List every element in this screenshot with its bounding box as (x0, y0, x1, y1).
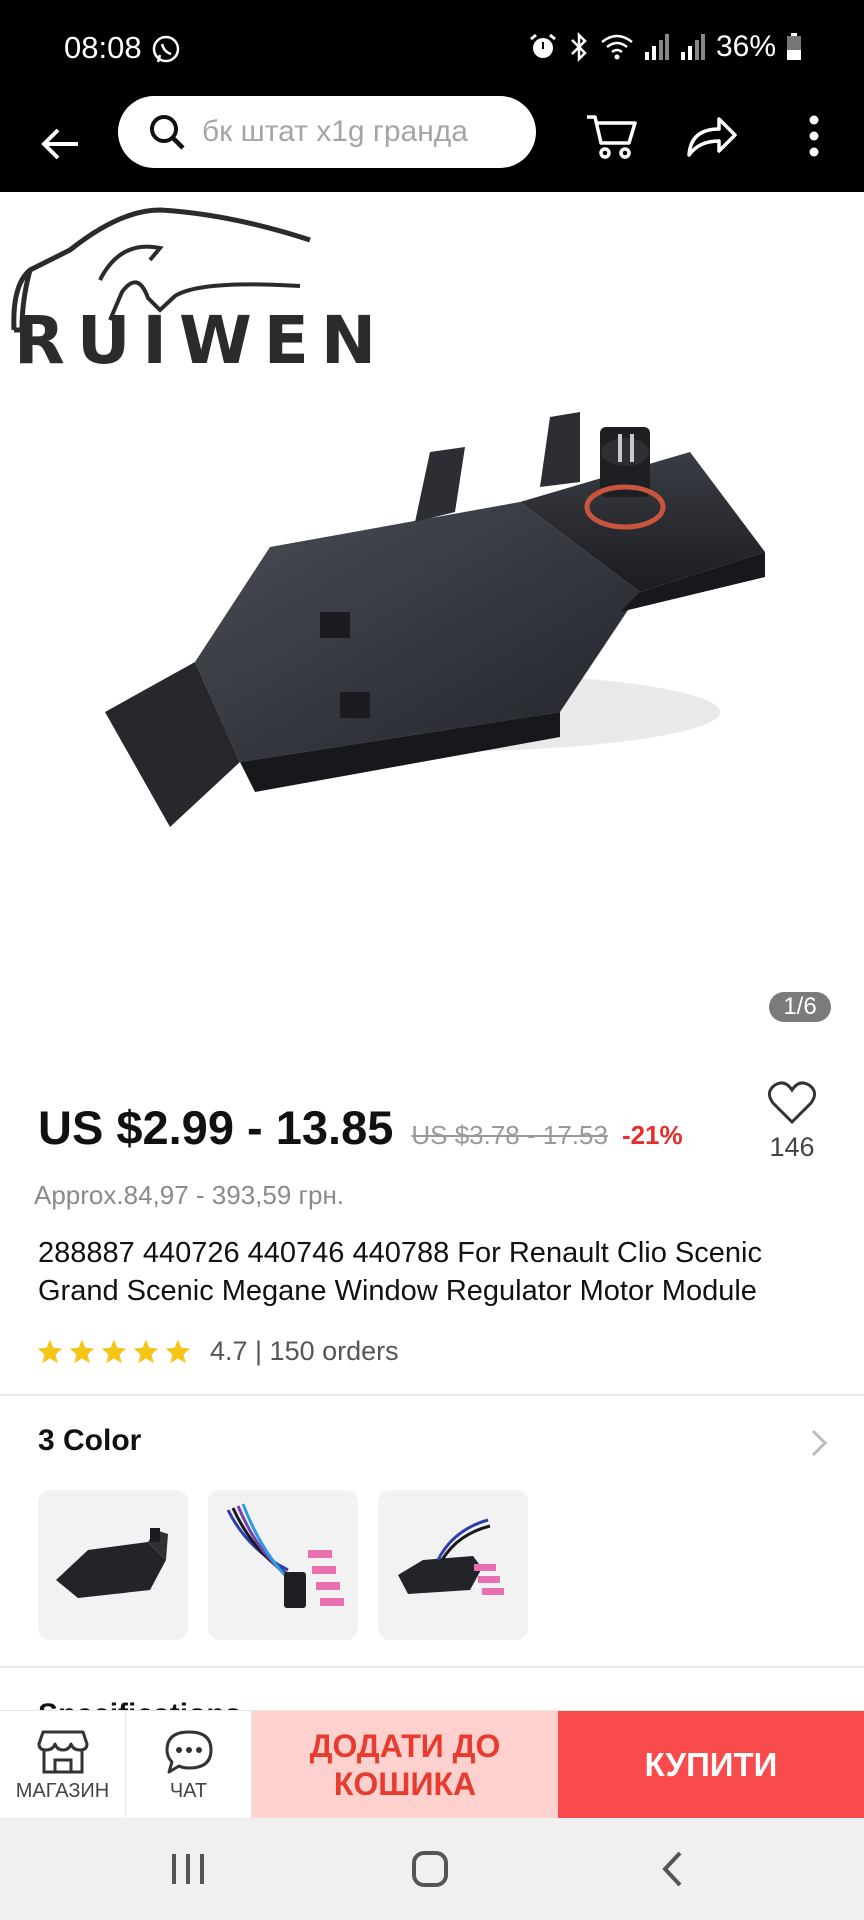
battery-percent: 36% (715, 30, 776, 63)
color-swatches (38, 1490, 528, 1640)
rating-row[interactable]: 4.7 | 150 orders (36, 1336, 399, 1367)
top-bar (0, 96, 864, 192)
add-to-cart-button[interactable]: ДОДАТИ ДО КОШИКА (252, 1711, 558, 1819)
back-arrow-icon[interactable] (36, 116, 84, 172)
old-price: US $3.78 - 17.53 (411, 1120, 608, 1150)
color-swatch-module-with-harness[interactable] (378, 1490, 528, 1640)
signal-icon (644, 34, 669, 60)
viber-icon (150, 34, 182, 66)
signal-icon-2 (680, 34, 705, 60)
cart-icon[interactable] (582, 106, 642, 166)
alarm-icon (530, 33, 556, 58)
chevron-right-icon[interactable] (810, 1428, 828, 1458)
price: US $2.99 - 13.85 (38, 1101, 394, 1154)
color-swatch-module[interactable] (38, 1490, 188, 1640)
back-nav-icon[interactable] (642, 1844, 702, 1894)
rating-text: 4.7 | 150 orders (210, 1336, 399, 1366)
battery-icon (787, 33, 801, 60)
star-icon (69, 1339, 95, 1363)
star-icon (165, 1339, 191, 1363)
color-swatch-cable-harness[interactable] (208, 1490, 358, 1640)
store-icon (37, 1730, 88, 1773)
add-to-cart-label-line1: ДОДАТИ ДО (309, 1728, 501, 1764)
product-image (105, 412, 765, 827)
product-gallery[interactable]: RUIWEN 1/6 (0, 192, 864, 1050)
buy-now-button[interactable]: КУПИТИ (558, 1711, 864, 1819)
wishlist-count: 146 (769, 1132, 815, 1162)
store-button[interactable]: МАГАЗИН (0, 1711, 126, 1819)
recent-apps-icon[interactable] (158, 1844, 218, 1894)
heart-icon (768, 1081, 816, 1125)
status-icons: 36% (528, 30, 802, 64)
bluetooth-icon (571, 32, 587, 62)
more-vert-icon[interactable] (784, 106, 844, 166)
store-label: МАГАЗИН (15, 1779, 110, 1802)
wishlist-button[interactable]: 146 (760, 1080, 824, 1163)
add-to-cart-label-line2: КОШИКА (333, 1766, 477, 1802)
home-icon[interactable] (400, 1844, 460, 1894)
search-input[interactable] (202, 115, 512, 149)
discount-badge: -21% (621, 1120, 683, 1150)
rating-stars (36, 1338, 192, 1366)
color-section-title[interactable]: 3 Color (38, 1424, 141, 1458)
share-icon[interactable] (682, 106, 742, 166)
approx-price: Approx.84,97 - 393,59 грн. (34, 1180, 345, 1210)
brand-logo-text: RUIWEN (14, 302, 389, 379)
product-title: 288887 440726 440746 440788 For Renault … (38, 1237, 762, 1307)
status-bar: 08:08 36% (0, 0, 864, 96)
price-row: US $2.99 - 13.85 US $3.78 - 17.53 -21% (38, 1100, 683, 1155)
star-icon (37, 1339, 63, 1363)
system-nav-bar (0, 1818, 864, 1920)
chat-icon (165, 1730, 212, 1773)
search-bar[interactable] (118, 96, 536, 168)
divider (0, 1394, 864, 1396)
action-bar: МАГАЗИН ЧАТ ДОДАТИ ДО КОШИКА КУПИТИ (0, 1710, 864, 1819)
chat-button[interactable]: ЧАТ (126, 1711, 252, 1819)
status-time: 08:08 (64, 30, 142, 65)
image-counter: 1/6 (769, 992, 831, 1022)
buy-now-label: КУПИТИ (644, 1746, 778, 1783)
star-icon (101, 1339, 127, 1363)
divider (0, 1666, 864, 1668)
star-icon (133, 1339, 159, 1363)
wifi-icon (601, 34, 633, 60)
search-icon (150, 115, 185, 150)
chat-label: ЧАТ (169, 1779, 208, 1802)
